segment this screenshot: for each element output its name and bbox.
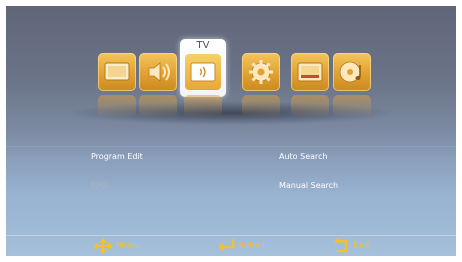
submenu-manual-search[interactable]: Manual Search <box>279 181 338 190</box>
media-icon <box>339 61 361 83</box>
hint-exit: Exit <box>353 241 371 251</box>
picture-icon <box>104 62 130 81</box>
reflection <box>291 95 329 117</box>
move-arrows-icon <box>93 238 113 254</box>
reflection <box>333 95 371 117</box>
reflection <box>139 95 177 117</box>
tv-icon <box>190 62 216 82</box>
exit-return-icon <box>334 238 348 253</box>
hint-move: Move <box>116 241 141 251</box>
hint-select: Select <box>238 241 266 251</box>
reflection <box>184 95 222 117</box>
menu-item-time[interactable] <box>291 53 329 91</box>
divider <box>6 146 456 147</box>
submenu-program-edit[interactable]: Program Edit <box>91 152 143 161</box>
menu-item-media[interactable] <box>333 53 371 91</box>
menu-item-picture[interactable] <box>98 53 136 91</box>
divider <box>6 235 456 236</box>
tv-osd-screen: TV Program Edit EPG Auto Search Manual S… <box>6 6 456 256</box>
reflection <box>242 95 280 117</box>
enter-arrow-icon <box>218 239 235 251</box>
sound-icon <box>148 62 170 82</box>
submenu-auto-search[interactable]: Auto Search <box>279 152 328 161</box>
menu-item-setup[interactable] <box>242 53 280 91</box>
submenu-epg[interactable]: EPG <box>91 181 107 190</box>
menu-item-sound[interactable] <box>139 53 177 91</box>
tv-tile <box>185 54 221 90</box>
selected-menu-title: TV <box>196 40 210 51</box>
setup-icon <box>249 60 273 84</box>
time-icon <box>297 62 323 82</box>
reflection <box>98 95 136 117</box>
